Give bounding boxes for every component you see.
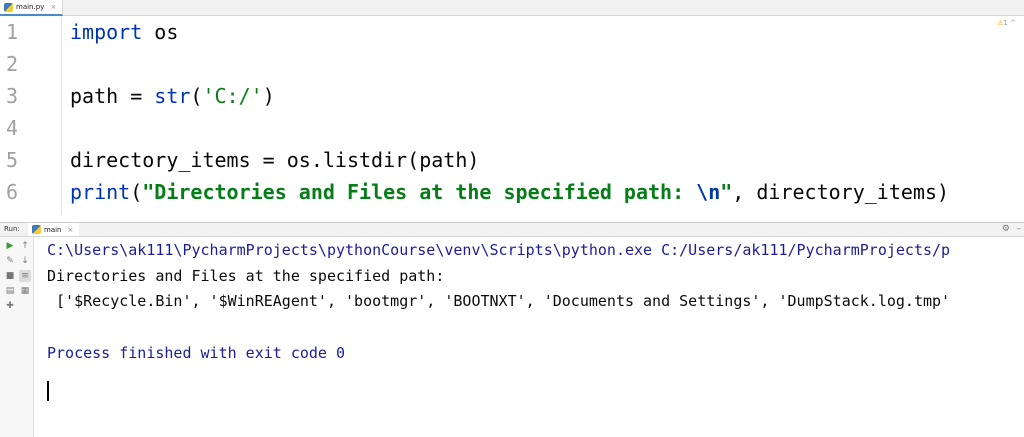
- string-quote: ": [720, 180, 733, 204]
- run-header: Run: main × ⚙ –: [0, 223, 1024, 237]
- tab-main-py[interactable]: main.py ×: [0, 0, 64, 16]
- run-tab-label: main: [44, 225, 62, 234]
- code-line-3[interactable]: path = str('C:/'): [70, 84, 275, 108]
- console-command-line: C:\Users\ak111\PycharmProjects\pythonCou…: [47, 241, 951, 259]
- escape-sequence: \n: [696, 180, 721, 204]
- console-exit-line: Process finished with exit code 0: [47, 344, 346, 362]
- minimize-icon[interactable]: –: [1017, 224, 1022, 234]
- chevron-up-icon[interactable]: ^: [1010, 19, 1016, 27]
- keyword-import: import: [70, 20, 143, 44]
- play-icon[interactable]: ▶: [4, 240, 16, 252]
- run-label: Run:: [4, 225, 20, 233]
- code-text: os: [142, 20, 179, 44]
- line-number-gutter: 1 2 3 4 5 6: [0, 17, 62, 215]
- python-file-icon: [4, 2, 13, 12]
- pin-icon[interactable]: ✚: [4, 300, 16, 312]
- run-tab-main[interactable]: main ×: [28, 223, 80, 236]
- paren: (: [190, 84, 203, 108]
- close-icon[interactable]: ×: [68, 226, 74, 234]
- console-output-line: Directories and Files at the specified p…: [47, 267, 454, 285]
- arrow-up-icon[interactable]: ↑: [19, 240, 31, 252]
- code-text: path =: [70, 84, 155, 108]
- wrench-icon[interactable]: ✎: [4, 255, 16, 267]
- layout-icon[interactable]: ▤: [4, 285, 16, 297]
- builtin-print: print: [70, 180, 131, 204]
- text-caret: [47, 381, 49, 401]
- code-editor[interactable]: 1 2 3 4 5 6 import os path = str('C:/') …: [0, 17, 1024, 215]
- code-line-6[interactable]: print("Directories and Files at the spec…: [70, 180, 949, 204]
- line-number: 1: [6, 20, 19, 44]
- run-toolbar: ▶ ↑ ✎ ↓ ■ ≡ ▤ ▦ ✚: [0, 237, 34, 437]
- line-number: 3: [6, 84, 19, 108]
- run-tool-window: Run: main × ⚙ – ▶ ↑ ✎ ↓ ■ ≡ ▤ ▦ ✚ C:\Use…: [0, 222, 1024, 437]
- line-number: 2: [6, 52, 19, 76]
- inspection-widget[interactable]: ⚠1 ^: [997, 19, 1016, 27]
- line-number: 6: [6, 180, 19, 204]
- close-icon[interactable]: ×: [50, 3, 56, 11]
- warning-count: 1: [1003, 19, 1008, 27]
- console-output-line: ['$Recycle.Bin', '$WinREAgent', 'bootmgr…: [47, 292, 951, 310]
- soft-wrap-icon[interactable]: ≡: [19, 270, 31, 282]
- code-line-5[interactable]: directory_items = os.listdir(path): [70, 148, 479, 172]
- gear-icon[interactable]: ⚙: [1002, 224, 1010, 234]
- tab-label: main.py: [16, 3, 45, 11]
- string-literal: 'C:/': [202, 84, 263, 108]
- line-number: 4: [6, 116, 19, 140]
- console-output[interactable]: C:\Users\ak111\PycharmProjects\pythonCou…: [47, 237, 1024, 437]
- builtin-str: str: [154, 84, 191, 108]
- print-icon[interactable]: ▦: [19, 285, 31, 297]
- code-text: , directory_items): [732, 180, 950, 204]
- string-literal: "Directories and Files at the specified …: [142, 180, 697, 204]
- line-number: 5: [6, 148, 19, 172]
- paren: ): [262, 84, 275, 108]
- python-file-icon: [32, 225, 41, 234]
- arrow-down-icon[interactable]: ↓: [19, 255, 31, 267]
- stop-icon[interactable]: ■: [4, 270, 16, 282]
- paren: (: [130, 180, 143, 204]
- editor-tab-bar: main.py ×: [0, 0, 1024, 16]
- code-line-1[interactable]: import os: [70, 20, 178, 44]
